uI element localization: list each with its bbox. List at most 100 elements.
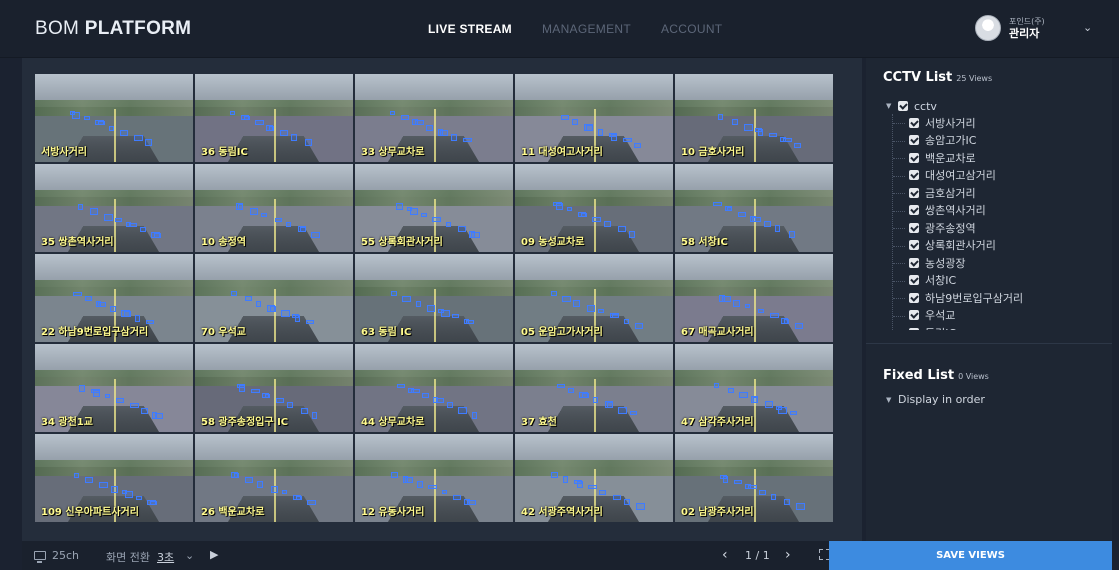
detection-box [744,303,750,308]
camera-tile[interactable]: 09 농성교차로 [515,164,673,252]
camera-tile[interactable]: 34 광천1교 [35,344,193,432]
camera-tile[interactable]: 70 우석교 [195,254,353,342]
camera-label: 33 상무교차로 [361,147,425,158]
detection-box [440,129,449,136]
camera-tile[interactable]: 서방사거리 [35,74,193,162]
detection-box [390,291,397,297]
cctv-list-item[interactable]: 동림IC [893,324,1101,330]
camera-tile[interactable]: 55 상록회관사거리 [355,164,513,252]
interval-select[interactable]: 3초 [157,549,174,565]
camera-tile[interactable]: 33 상무교차로 [355,74,513,162]
camera-tile[interactable]: 35 쌍촌역사거리 [35,164,193,252]
detection-box [238,204,244,211]
checkbox-icon[interactable] [909,222,919,233]
detection-box [734,480,743,485]
nav-management[interactable]: MANAGEMENT [542,22,631,36]
checkbox-icon[interactable] [909,135,919,146]
camera-tile[interactable]: 10 금호사거리 [675,74,833,162]
cctv-list-item[interactable]: 농성광장 [893,254,1101,272]
page-indicator: 1 / 1 [745,549,770,562]
detection-box [140,227,147,233]
detection-box [612,314,620,319]
camera-tile[interactable]: 47 삼각주사거리 [675,344,833,432]
nav-account[interactable]: ACCOUNT [661,22,722,36]
camera-label: 11 대성여고사거리 [521,147,603,158]
chevron-down-icon[interactable]: ⌄ [1083,21,1092,34]
checkbox-icon[interactable] [909,257,919,268]
camera-tile[interactable]: 58 광주송정입구 IC [195,344,353,432]
display-in-order-item[interactable]: ▼ Display in order [886,393,985,406]
fixed-list-title: Fixed List 0 Views [883,368,989,383]
checkbox-icon[interactable] [898,101,908,111]
checkbox-icon[interactable] [909,205,919,216]
prev-page-icon[interactable]: ‹ [722,547,728,563]
camera-tile[interactable]: 02 남광주사거리 [675,434,833,522]
checkbox-icon[interactable] [909,117,919,128]
camera-tile[interactable]: 10 송정역 [195,164,353,252]
camera-tile[interactable]: 44 상무교차로 [355,344,513,432]
caret-down-icon[interactable]: ▼ [886,102,898,110]
nav-live-stream[interactable]: LIVE STREAM [428,22,512,36]
save-views-button[interactable]: SAVE VIEWS [829,541,1112,570]
cctv-list-item[interactable]: 서방사거리 [893,114,1101,132]
detection-box [84,296,92,302]
cctv-list-item[interactable]: 대성여고삼거리 [893,167,1101,185]
detection-box [628,230,635,238]
checkbox-icon[interactable] [909,187,919,198]
cctv-list-item[interactable]: 우석교 [893,307,1101,325]
camera-tile[interactable]: 67 매곡교사거리 [675,254,833,342]
camera-tile[interactable]: 58 서창IC [675,164,833,252]
checkbox-icon[interactable] [909,292,919,303]
camera-tile[interactable]: 63 동림 IC [355,254,513,342]
camera-tile[interactable]: 37 효천 [515,344,673,432]
caret-down-icon[interactable]: ▼ [886,396,898,404]
user-info: 포인드(주) 관리자 [1009,16,1045,40]
checkbox-icon[interactable] [909,170,919,181]
camera-tile[interactable]: 05 운암고가사거리 [515,254,673,342]
next-page-icon[interactable]: › [785,547,791,563]
cctv-list-item[interactable]: 금호삼거리 [893,184,1101,202]
detection-box [441,310,451,318]
detection-box [401,295,411,302]
cctv-list-item[interactable]: 서창IC [893,272,1101,290]
camera-tile[interactable]: 36 동림IC [195,74,353,162]
cctv-list-item[interactable]: 백운교차로 [893,149,1101,167]
detection-box [239,384,246,392]
detection-box [618,406,628,414]
cctv-list-item-label: 하남9번로입구삼거리 [925,291,1024,305]
avatar [975,15,1001,41]
camera-tile[interactable]: 26 백운교차로 [195,434,353,522]
detection-box [135,495,142,500]
detection-box [759,489,767,495]
checkbox-icon[interactable] [909,152,919,163]
chevron-down-icon[interactable]: ⌄ [185,549,194,562]
checkbox-icon[interactable] [909,327,919,330]
camera-tile[interactable]: 11 대성여고사거리 [515,74,673,162]
detection-box [457,226,466,233]
camera-tile[interactable]: 12 유동사거리 [355,434,513,522]
cctv-list-item[interactable]: 하남9번로입구삼거리 [893,289,1101,307]
platform-logo[interactable]: BOM PLATFORM [35,18,191,40]
detection-box [768,133,777,138]
camera-label: 47 삼각주사거리 [681,417,754,428]
camera-label: 서방사거리 [41,147,87,158]
detection-box [281,310,291,318]
detection-box [453,494,462,500]
checkbox-icon[interactable] [909,310,919,321]
cctv-list-item[interactable]: 상록회관사거리 [893,237,1101,255]
detection-box [108,125,114,131]
camera-tile[interactable]: 109 신우아파트사거리 [35,434,193,522]
cctv-list-item[interactable]: 쌍촌역사거리 [893,202,1101,220]
camera-tile[interactable]: 22 하남9번로입구삼거리 [35,254,193,342]
tree-root-cctv[interactable]: ▼ cctv [886,98,1101,114]
cctv-list-item[interactable]: 광주송정역 [893,219,1101,237]
cctv-list-item[interactable]: 송암고가IC [893,132,1101,150]
detection-box [581,212,588,217]
camera-tile[interactable]: 42 서광주역사거리 [515,434,673,522]
checkbox-icon[interactable] [909,240,919,251]
detection-box [250,388,260,393]
detection-box [629,410,637,415]
user-menu[interactable]: 포인드(주) 관리자 ⌄ [975,15,1092,41]
checkbox-icon[interactable] [909,275,919,286]
play-icon[interactable]: ▶ [210,548,218,561]
